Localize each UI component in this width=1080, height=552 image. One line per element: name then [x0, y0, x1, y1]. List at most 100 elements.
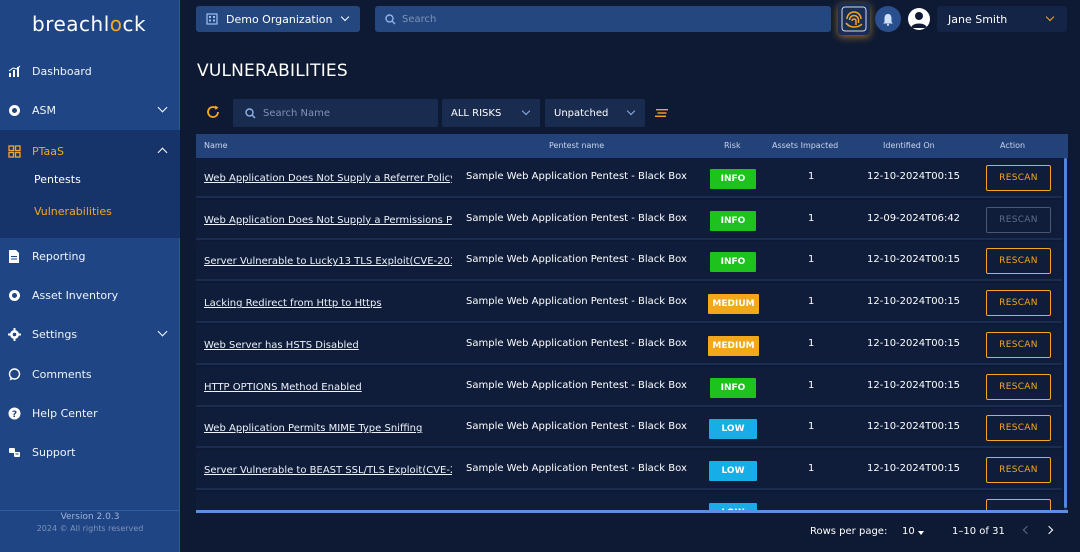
notifications-button[interactable]	[875, 6, 901, 32]
sidebar-item-comments[interactable]: Comments	[0, 356, 180, 392]
column-header-identified[interactable]: Identified On	[883, 141, 935, 150]
fingerprint-button[interactable]	[838, 3, 870, 35]
refresh-icon[interactable]	[205, 104, 221, 120]
vulnerability-name-link[interactable]: Web Server has HSTS Disabled	[204, 340, 452, 351]
assets-impacted: 1	[808, 171, 815, 182]
sidebar-subitem-pentests[interactable]: Pentests	[34, 173, 81, 186]
next-page-icon[interactable]	[1044, 525, 1054, 535]
sidebar-item-ptaas[interactable]: PTaaS	[0, 133, 180, 169]
name-search-input[interactable]	[263, 107, 423, 119]
bell-icon	[883, 13, 893, 26]
assets-impacted: 1	[808, 379, 815, 391]
assets-impacted: 1	[808, 462, 815, 474]
rescan-button[interactable]: RESCAN	[986, 456, 1051, 483]
table-row[interactable]: Web Application Does Not Supply a Referr…	[196, 158, 1062, 198]
rescan-button[interactable]: RESCAN	[986, 331, 1051, 358]
caret-down-icon[interactable]	[918, 531, 924, 535]
sidebar-item-asset-inventory[interactable]: Asset Inventory	[0, 277, 180, 313]
rows-per-page-select[interactable]: 10	[902, 526, 915, 537]
sidebar-item-asm[interactable]: ASM	[0, 92, 180, 128]
pentest-name: Sample Web Application Pentest - Black B…	[466, 296, 687, 308]
rescan-button: RESCAN	[986, 206, 1051, 233]
fingerprint-icon	[841, 6, 867, 32]
table-row[interactable]: Server Vulnerable to BEAST SSL/TLS Explo…	[196, 449, 1062, 490]
table-row[interactable]: HTTP OPTIONS Method Enabled Sample Web Ap…	[196, 366, 1062, 407]
rescan-button[interactable]: RESCAN	[986, 415, 1051, 442]
pentest-name: Sample Web Application Pentest - Black B…	[466, 379, 687, 391]
risk-badge: INFO	[710, 210, 756, 231]
sidebar-item-label: Support	[32, 445, 76, 459]
organization-select[interactable]: Demo Organization	[196, 6, 360, 32]
sidebar-item-label: Asset Inventory	[32, 288, 119, 302]
global-search[interactable]	[375, 6, 831, 32]
global-search-input[interactable]	[402, 13, 802, 25]
table-row[interactable]: Lacking Redirect from Http to Https Sampl…	[196, 283, 1062, 324]
search-icon	[385, 13, 396, 24]
rescan-button[interactable]: RESCAN	[986, 290, 1051, 317]
rescan-button[interactable]: RESCAN	[986, 248, 1051, 275]
vertical-scrollbar-thumb[interactable]	[1064, 158, 1067, 508]
vulnerability-name-link[interactable]: Web Application Does Not Supply a Referr…	[204, 173, 452, 184]
horizontal-scrollbar[interactable]	[196, 510, 1068, 513]
risk-badge: INFO	[710, 252, 756, 273]
column-header-pentest[interactable]: Pentest name	[549, 141, 604, 150]
sidebar-item-support[interactable]: Support	[0, 434, 180, 470]
rescan-button[interactable]: RESCAN	[986, 373, 1051, 400]
assets-impacted: 1	[808, 254, 815, 266]
column-header-action: Action	[1000, 141, 1026, 150]
table-row[interactable]: Web Application Does Not Supply a Permis…	[196, 199, 1062, 240]
pentest-name: Sample Web Application Pentest - Black B…	[466, 421, 687, 433]
vulnerability-name-link[interactable]: Web Application Does Not Supply a Permis…	[204, 215, 452, 226]
avatar[interactable]	[908, 8, 930, 30]
grid-icon	[7, 144, 21, 158]
column-header-risk[interactable]: Risk	[724, 141, 741, 150]
sidebar-item-reporting[interactable]: Reporting	[0, 238, 180, 274]
risk-filter-value: ALL RISKS	[451, 107, 502, 119]
risk-badge: LOW	[709, 419, 757, 440]
table-row[interactable]: LOW	[196, 491, 1062, 512]
sidebar-item-help-center[interactable]: ? Help Center	[0, 395, 180, 431]
sidebar-subitem-vulnerabilities[interactable]: Vulnerabilities	[34, 205, 112, 218]
column-header-name[interactable]: Name	[204, 141, 228, 150]
breachlock-logo[interactable]: breachlock	[32, 12, 146, 36]
risk-filter-select[interactable]: ALL RISKS	[442, 99, 540, 127]
chevron-up-icon	[157, 147, 168, 158]
sidebar-item-dashboard[interactable]: Dashboard	[0, 53, 180, 89]
vulnerability-name-link[interactable]: Server Vulnerable to Lucky13 TLS Exploit…	[204, 256, 452, 267]
vulnerability-name-link[interactable]: HTTP OPTIONS Method Enabled	[204, 382, 452, 393]
pagination: Rows per page: 10 1–10 of 31	[180, 514, 1080, 552]
chevron-down-icon	[1045, 12, 1055, 22]
search-icon	[245, 107, 256, 118]
sidebar-item-label: Comments	[32, 367, 92, 381]
table-row[interactable]: Web Server has HSTS Disabled Sample Web A…	[196, 324, 1062, 365]
vulnerability-name-link[interactable]: Lacking Redirect from Http to Https	[204, 298, 452, 309]
divider	[0, 510, 180, 511]
filter-icon[interactable]	[655, 107, 669, 119]
status-filter-select[interactable]: Unpatched	[545, 99, 645, 127]
rescan-button[interactable]: RESCAN	[986, 165, 1051, 191]
svg-text:?: ?	[11, 410, 16, 420]
vulnerability-name-link[interactable]: Web Application Permits MIME Type Sniffi…	[204, 423, 452, 434]
table-header: Name Pentest name Risk Assets Impacted I…	[196, 134, 1068, 158]
pentest-name: Sample Web Application Pentest - Black B…	[466, 462, 687, 474]
page-range: 1–10 of 31	[952, 526, 1005, 537]
pentest-name: Sample Web Application Pentest - Black B…	[466, 254, 687, 266]
table-row[interactable]: Server Vulnerable to Lucky13 TLS Exploit…	[196, 241, 1062, 282]
document-icon	[7, 249, 21, 263]
assets-impacted: 1	[808, 421, 815, 433]
vulnerability-name-link[interactable]: Server Vulnerable to BEAST SSL/TLS Explo…	[204, 465, 452, 476]
risk-badge: LOW	[709, 460, 757, 481]
sidebar-item-label: Dashboard	[32, 64, 92, 78]
previous-page-icon[interactable]	[1022, 525, 1032, 535]
identified-on: 12-10-2024T00:15	[867, 254, 961, 266]
version-info: Version 2.0.3 2024 © All rights reserved	[36, 512, 144, 533]
table-row[interactable]: Web Application Permits MIME Type Sniffi…	[196, 408, 1062, 449]
column-header-assets[interactable]: Assets Impacted	[772, 141, 838, 150]
name-search[interactable]	[233, 99, 438, 127]
identified-on: 12-09-2024T06:42	[867, 212, 961, 224]
user-menu[interactable]: Jane Smith	[937, 6, 1067, 32]
identified-on: 12-10-2024T00:15	[867, 171, 961, 182]
sidebar-item-settings[interactable]: Settings	[0, 316, 180, 352]
chevron-down-icon	[521, 106, 531, 116]
vulnerabilities-table: Name Pentest name Risk Assets Impacted I…	[196, 134, 1068, 512]
